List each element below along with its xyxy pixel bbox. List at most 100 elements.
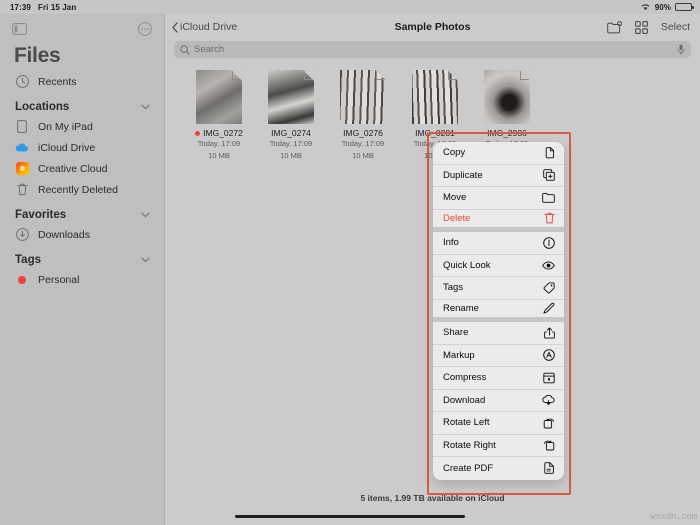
home-indicator[interactable] xyxy=(235,515,465,518)
share-icon xyxy=(541,327,555,339)
file-name-row: IMG_2936 xyxy=(487,128,527,138)
menu-item-tags[interactable]: Tags xyxy=(433,277,564,300)
menu-item-label: Share xyxy=(443,327,469,339)
trash-icon xyxy=(15,183,29,196)
status-bar: 17:39 Fri 15 Jan 90% xyxy=(0,0,700,14)
chevron-down-icon[interactable] xyxy=(141,212,150,218)
ellipsis-circle-icon[interactable] xyxy=(138,22,152,36)
menu-item-label: Download xyxy=(443,394,486,406)
file-thumbnail[interactable] xyxy=(412,70,458,124)
wifi-icon xyxy=(640,3,651,11)
icloud-icon xyxy=(15,142,29,153)
menu-item-move[interactable]: Move xyxy=(433,187,564,210)
microphone-icon[interactable] xyxy=(677,44,685,55)
status-time: 17:39 xyxy=(10,2,31,12)
menu-item-label: Tags xyxy=(443,282,464,294)
file-size: 10 MB xyxy=(208,150,230,160)
sidebar-item-recently-deleted[interactable]: Recently Deleted xyxy=(0,179,164,200)
file-thumbnail[interactable] xyxy=(196,70,242,124)
sidebar-item-on-my-ipad[interactable]: On My iPad xyxy=(0,116,164,137)
file-item[interactable]: IMG_0276 Today, 17:09 10 MB xyxy=(327,70,399,162)
sidebar-toolbar xyxy=(0,14,164,44)
pencil-icon xyxy=(541,302,555,314)
back-button[interactable]: iCloud Drive xyxy=(172,21,237,33)
sidebar-section-title: Favorites xyxy=(15,209,67,221)
file-name-row: IMG_0272 xyxy=(195,128,243,138)
file-name: IMG_0276 xyxy=(343,128,383,138)
search-bar-wrapper: Search xyxy=(165,40,700,64)
create-pdf-icon xyxy=(541,462,555,474)
menu-item-info[interactable]: Info xyxy=(433,232,564,255)
file-size: 10 MB xyxy=(352,150,374,160)
menu-item-markup[interactable]: Markup xyxy=(433,345,564,367)
file-item[interactable]: IMG_0274 Today, 17:09 10 MB xyxy=(255,70,327,162)
sidebar-item-label: Creative Cloud xyxy=(38,162,108,175)
grid-view-icon[interactable] xyxy=(634,20,648,34)
eye-icon xyxy=(541,261,555,270)
menu-item-rotate-right[interactable]: Rotate Right xyxy=(433,435,564,457)
content-pane: iCloud Drive Sample Photos Select Search… xyxy=(165,14,700,525)
new-folder-icon[interactable] xyxy=(607,20,622,34)
sidebar-item-icloud-drive[interactable]: iCloud Drive xyxy=(0,137,164,158)
menu-item-rename[interactable]: Rename xyxy=(433,300,564,322)
file-name-row: IMG_0274 xyxy=(271,128,311,138)
sidebar-item-label: Downloads xyxy=(38,228,90,241)
menu-item-label: Rotate Left xyxy=(443,417,490,429)
menu-item-rotate-left[interactable]: Rotate Left xyxy=(433,412,564,435)
sidebar-section-favorites[interactable]: Favorites xyxy=(0,200,164,224)
search-input[interactable]: Search xyxy=(174,41,691,58)
menu-item-label: Copy xyxy=(443,147,466,159)
chevron-down-icon[interactable] xyxy=(141,104,150,110)
file-item[interactable]: IMG_0272 Today, 17:09 10 MB xyxy=(183,70,255,162)
status-footer: 5 items, 1.99 TB available on iCloud xyxy=(360,493,505,503)
sidebar-item-creative-cloud[interactable]: Creative Cloud xyxy=(0,158,164,179)
menu-item-label: Rename xyxy=(443,302,479,314)
file-name: IMG_0281 xyxy=(415,128,455,138)
sidebar-item-recents[interactable]: Recents xyxy=(0,71,164,92)
menu-item-download[interactable]: Download xyxy=(433,390,564,412)
menu-item-create-pdf[interactable]: Create PDF xyxy=(433,457,564,480)
clock-icon xyxy=(15,75,29,88)
markup-icon xyxy=(541,349,555,362)
chevron-down-icon[interactable] xyxy=(141,257,150,263)
menu-item-label: Create PDF xyxy=(443,462,494,474)
navigation-bar: iCloud Drive Sample Photos Select xyxy=(165,14,700,40)
creative-cloud-icon xyxy=(15,162,29,175)
sidebar-section-title: Locations xyxy=(15,101,70,113)
sidebar-section-locations[interactable]: Locations xyxy=(0,92,164,116)
compress-icon xyxy=(541,372,555,384)
sidebar-section-title: Tags xyxy=(15,254,41,266)
search-icon xyxy=(180,44,190,55)
search-placeholder: Search xyxy=(194,44,225,55)
menu-item-quick-look[interactable]: Quick Look xyxy=(433,255,564,277)
sidebar-section-tags[interactable]: Tags xyxy=(0,245,164,269)
rotate-right-icon xyxy=(541,439,555,451)
main-split-view: Files Recents Locations On My iPad iClou… xyxy=(0,14,700,525)
cloud-download-icon xyxy=(541,394,555,406)
file-date: Today, 17:09 xyxy=(269,139,313,148)
sidebar-item-label: iCloud Drive xyxy=(38,141,96,154)
navbar-actions: Select xyxy=(607,20,690,34)
sidebar-item-label: Recently Deleted xyxy=(38,183,118,196)
sidebar: Files Recents Locations On My iPad iClou… xyxy=(0,14,165,525)
menu-item-duplicate[interactable]: Duplicate xyxy=(433,165,564,187)
file-size: 10 MB xyxy=(280,150,302,160)
file-thumbnail[interactable] xyxy=(268,70,314,124)
menu-item-copy[interactable]: Copy xyxy=(433,142,564,165)
file-date: Today, 17:09 xyxy=(197,139,241,148)
sidebar-item-downloads[interactable]: Downloads xyxy=(0,224,164,245)
menu-item-compress[interactable]: Compress xyxy=(433,367,564,390)
sidebar-item-personal-tag[interactable]: Personal xyxy=(0,269,164,290)
ipad-files-screen: 17:39 Fri 15 Jan 90% Files Recents Locat… xyxy=(0,0,700,525)
sidebar-toggle-icon[interactable] xyxy=(12,23,27,35)
file-thumbnail[interactable] xyxy=(484,70,530,124)
menu-item-delete[interactable]: Delete xyxy=(433,210,564,232)
select-button[interactable]: Select xyxy=(661,21,690,33)
menu-item-share[interactable]: Share xyxy=(433,322,564,345)
file-thumbnail[interactable] xyxy=(340,70,386,124)
sidebar-item-label: Personal xyxy=(38,273,80,286)
file-name-row: IMG_0276 xyxy=(343,128,383,138)
ipad-icon xyxy=(15,120,29,133)
back-button-label: iCloud Drive xyxy=(180,21,238,33)
chevron-left-icon xyxy=(172,21,178,33)
